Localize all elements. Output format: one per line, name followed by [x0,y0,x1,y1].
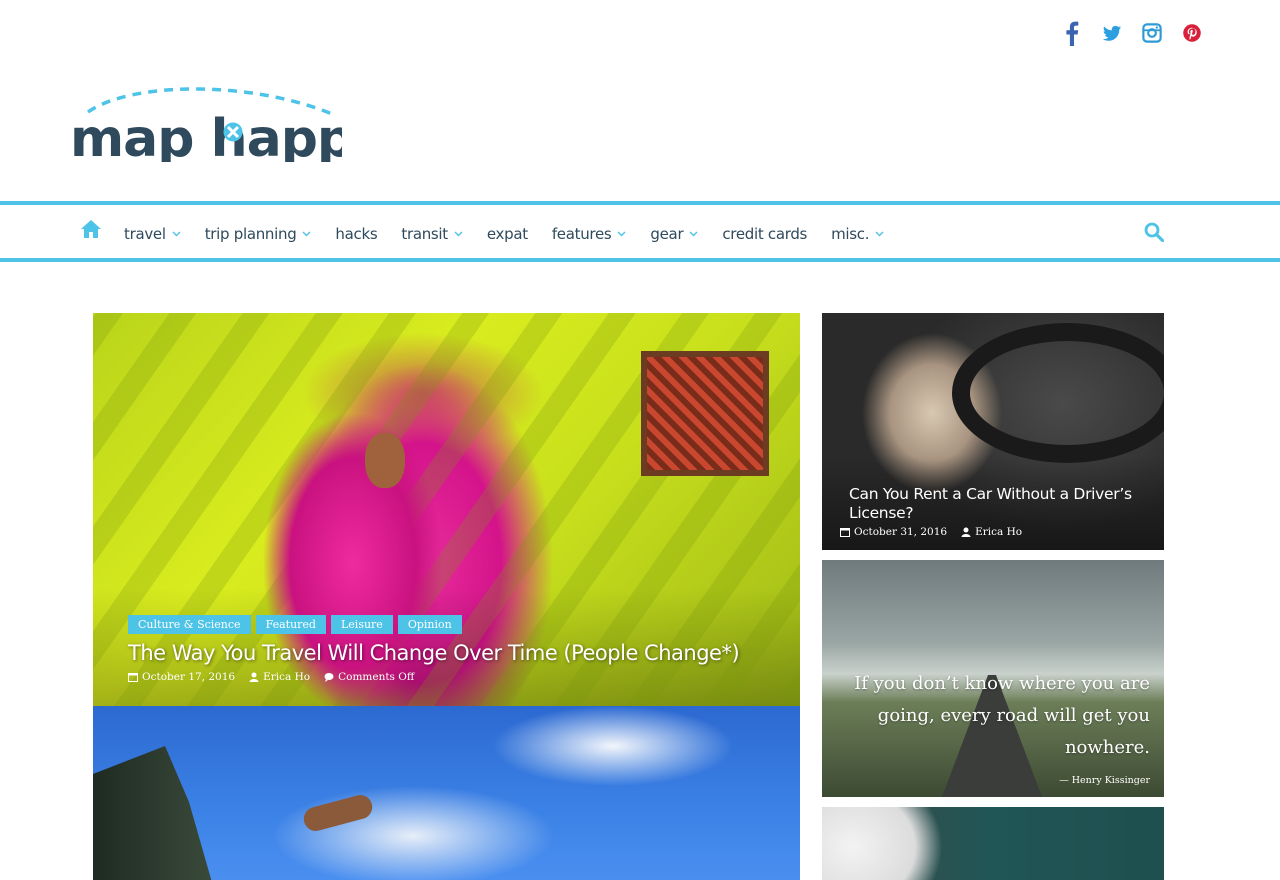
calendar-icon [128,673,138,682]
home-icon[interactable] [80,219,102,239]
nav-item-hacks[interactable]: hacks [335,225,377,243]
chevron-down-icon [689,231,698,236]
category-tag[interactable]: Leisure [330,615,393,634]
logo-text: map happy [70,109,342,162]
post-author-text: Erica Ho [975,526,1023,538]
site-logo[interactable]: map happy [70,86,342,162]
quote-author: — Henry Kissinger [1059,775,1150,786]
calendar-icon [840,528,850,537]
nav-item-label: gear [650,224,684,243]
post-date-text: October 31, 2016 [854,526,948,538]
nav-item-transit[interactable]: transit [401,225,463,243]
nav-item-label: transit [401,224,448,243]
featured-post[interactable]: Culture & Science Featured Leisure Opinion … [93,313,800,706]
nav-item-credit-cards[interactable]: credit cards [722,225,807,243]
category-tag[interactable]: Featured [255,615,326,634]
photo-diver [301,792,375,834]
second-post-image[interactable] [93,706,800,880]
nav-item-label: features [551,224,612,243]
nav-item-label: expat [486,224,528,243]
pinterest-icon[interactable] [1182,20,1202,46]
side-post[interactable]: Can You Rent a Car Without a Driver’s Li… [822,313,1164,550]
featured-title[interactable]: The Way You Travel Will Change Over Time… [128,641,740,665]
photo-steering-wheel [952,323,1164,463]
side-post-image[interactable] [822,807,1164,880]
nav-item-label: misc. [831,224,870,243]
category-tags: Culture & Science Featured Leisure Opinion [128,615,462,634]
comment-icon [324,673,334,682]
post-date[interactable]: October 17, 2016 [128,671,235,683]
chevron-down-icon [875,231,884,236]
chevron-down-icon [454,231,463,236]
twitter-icon[interactable] [1102,20,1122,46]
facebook-icon[interactable] [1062,20,1082,46]
featured-meta: October 17, 2016 Erica Ho Comments Off [128,671,414,683]
post-author-text: Erica Ho [263,671,311,683]
quote-post[interactable]: If you don’t know where you are going, e… [822,560,1164,797]
nav-item-features[interactable]: features [552,225,627,243]
nav-item-label: hacks [335,224,378,243]
photo-rock [93,746,213,880]
chevron-down-icon [172,231,181,236]
nav-item-label: credit cards [722,224,808,243]
post-comments-text: Comments Off [338,671,415,683]
user-icon [249,672,259,682]
nav-item-label: travel [124,224,166,243]
nav-item-expat[interactable]: expat [487,225,528,243]
nav-item-trip-planning[interactable]: trip planning [205,225,312,243]
user-icon [961,527,971,537]
nav-item-travel[interactable]: travel [124,225,181,243]
post-author[interactable]: Erica Ho [249,671,310,683]
post-author[interactable]: Erica Ho [961,526,1022,538]
chevron-down-icon [302,231,311,236]
nav-item-label: trip planning [204,224,297,243]
side-post-title[interactable]: Can You Rent a Car Without a Driver’s Li… [849,485,1149,523]
post-comments[interactable]: Comments Off [324,671,414,683]
post-date-text: October 17, 2016 [142,671,236,683]
photo-window [641,351,769,476]
social-links [1062,20,1202,46]
main-nav: travel trip planning hacks transit expat feat… [0,201,1280,262]
instagram-icon[interactable] [1142,20,1162,46]
post-date[interactable]: October 31, 2016 [840,526,947,538]
category-tag[interactable]: Opinion [397,615,462,634]
nav-item-misc[interactable]: misc. [831,225,884,243]
nav-item-gear[interactable]: gear [650,225,698,243]
chevron-down-icon [617,231,626,236]
search-icon[interactable] [1144,222,1164,242]
photo-face [365,433,405,488]
quote-text: If you don’t know where you are going, e… [854,673,1150,758]
side-post-meta: October 31, 2016 Erica Ho [840,526,1022,538]
category-tag[interactable]: Culture & Science [128,615,251,634]
